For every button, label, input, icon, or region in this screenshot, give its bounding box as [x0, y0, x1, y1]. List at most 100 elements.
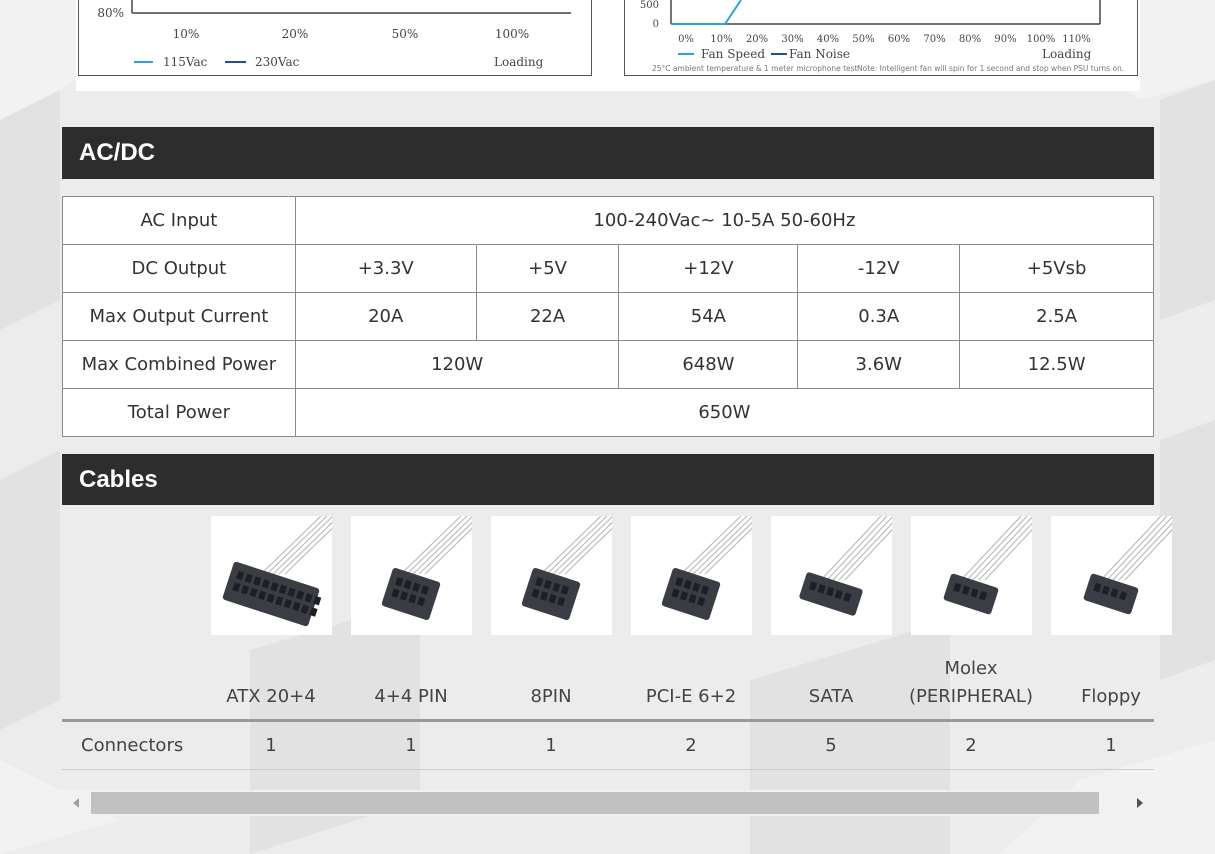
- fan-xtick: 80%: [959, 34, 981, 45]
- ac-input-value: 100-240Vac~ 10-5A 50-60Hz: [294, 196, 1155, 245]
- efficiency-chart: 80% 10% 20% 50% 100% 115Vac 230Vac Loadi…: [78, 0, 592, 76]
- cable-name-line2: (PERIPHERAL): [909, 686, 1033, 707]
- connector-count: 1: [545, 735, 557, 756]
- cable-name-line1: [1041, 655, 1181, 683]
- fan-xtick: 70%: [923, 34, 945, 45]
- fan-xtick: 110%: [1062, 34, 1091, 45]
- cable-name: PCI-E 6+2: [621, 655, 761, 711]
- efficiency-xtick: 50%: [392, 27, 419, 41]
- cable-image: [771, 516, 892, 635]
- combined-12v: 648W: [618, 340, 799, 389]
- cable-image: [491, 516, 612, 635]
- cable-name: 4+4 PIN: [341, 655, 481, 711]
- row-header-combined-power: Max Combined Power: [62, 340, 296, 389]
- cable-name: Floppy: [1041, 655, 1181, 711]
- cable-image: [1051, 516, 1172, 635]
- fan-xtick: 30%: [781, 34, 803, 45]
- fan-chart: 500 0 0% 10% 20% 30% 40% 50% 60% 70% 80% 90% 100% 1…: [624, 0, 1138, 76]
- cable-name: ATX 20+4: [201, 655, 341, 711]
- cables-section-header: Cables: [62, 454, 1154, 505]
- connector-count: 1: [405, 735, 417, 756]
- acdc-spec-table: AC Input 100-240Vac~ 10-5A 50-60Hz DC Ou…: [62, 196, 1155, 437]
- fan-chart-svg: 500 0 0% 10% 20% 30% 40% 50% 60% 70% 80% 90% 100% 1…: [640, 0, 1124, 73]
- cable-name-line1: [761, 655, 901, 683]
- table-row-ac-input: AC Input 100-240Vac~ 10-5A 50-60Hz: [62, 196, 1155, 245]
- legend-label-230vac: 230Vac: [255, 55, 300, 69]
- fan-xtick: 90%: [994, 34, 1016, 45]
- combined-minus-12v: 3.6W: [797, 340, 961, 389]
- scroll-thumb[interactable]: [91, 792, 1099, 814]
- chevron-left-icon: [73, 798, 79, 808]
- scroll-left-arrow[interactable]: [62, 790, 90, 816]
- cable-name-line2: PCI-E 6+2: [645, 686, 737, 707]
- cable-name-line2: SATA: [808, 686, 854, 707]
- horizontal-scrollbar[interactable]: [62, 790, 1154, 816]
- charts-card: 80% 10% 20% 50% 100% 115Vac 230Vac Loadi…: [76, 0, 1140, 91]
- current-5vsb: 2.5A: [959, 292, 1154, 341]
- combined-3v3-5v: 120W: [294, 340, 620, 389]
- fan-xtick: 40%: [817, 34, 839, 45]
- fan-xtick: 100%: [1027, 34, 1056, 45]
- scroll-right-arrow[interactable]: [1126, 790, 1154, 816]
- cable-image: [911, 516, 1032, 635]
- fan-xtick: 10%: [710, 34, 732, 45]
- fan-note-left: 25°C ambient temperature & 1 meter micro…: [652, 64, 858, 73]
- table-row-max-current: Max Output Current 20A 22A 54A 0.3A 2.5A: [62, 292, 1154, 341]
- legend-label-fan-speed: Fan Speed: [701, 47, 765, 61]
- cable-name-line2: Floppy: [1081, 686, 1141, 707]
- connector-count: 2: [685, 735, 697, 756]
- cable-name-line2: ATX 20+4: [226, 686, 316, 707]
- rail-5v: +5V: [475, 244, 620, 293]
- current-minus-12v: 0.3A: [797, 292, 961, 341]
- connector-count: 1: [1105, 735, 1117, 756]
- row-header-max-current: Max Output Current: [62, 292, 296, 341]
- cables-table[interactable]: ATX 20+4 4+4 PIN 8PIN PCI-E 6+2 SATA Mole…: [62, 505, 1172, 825]
- legend-label-fan-noise: Fan Noise: [789, 47, 850, 61]
- acdc-title: AC/DC: [79, 139, 155, 166]
- efficiency-xlabel: Loading: [494, 55, 544, 69]
- table-row-combined-power: Max Combined Power 120W 648W 3.6W 12.5W: [62, 340, 1154, 389]
- fan-note-right: Note: Intelligent fan will spin for 1 se…: [857, 64, 1124, 73]
- rail-12v: +12V: [618, 244, 799, 293]
- chevron-right-icon: [1137, 798, 1143, 808]
- combined-5vsb: 12.5W: [959, 340, 1154, 389]
- cable-name-line2: 8PIN: [530, 686, 572, 707]
- fan-xtick: 60%: [888, 34, 910, 45]
- table-row-total-power: Total Power 650W: [62, 388, 1155, 437]
- row-header-dc-output: DC Output: [62, 244, 296, 293]
- fan-xticks: 0% 10% 20% 30% 40% 50% 60% 70% 80% 90% 100% 110%: [678, 34, 1091, 45]
- fan-xlabel: Loading: [1042, 47, 1092, 61]
- fan-speed-line-rise: [724, 0, 742, 25]
- row-header-total-power: Total Power: [62, 388, 296, 437]
- cable-image: [211, 516, 332, 635]
- rail-3v3: +3.3V: [294, 244, 477, 293]
- current-3v3: 20A: [294, 292, 477, 341]
- cable-name-line1: [341, 655, 481, 683]
- acdc-section-header: AC/DC: [62, 127, 1154, 179]
- fan-xtick: 20%: [746, 34, 768, 45]
- row-header-ac-input: AC Input: [62, 196, 296, 245]
- legend-label-115vac: 115Vac: [163, 55, 208, 69]
- efficiency-ytick: 80%: [97, 6, 124, 20]
- cable-name-line1: [481, 655, 621, 683]
- efficiency-xtick: 10%: [173, 27, 200, 41]
- table-row-connectors: Connectors 1 1 1 2 5 2 1: [62, 722, 1154, 770]
- cable-name-line1: [201, 655, 341, 683]
- current-12v: 54A: [618, 292, 799, 341]
- efficiency-xtick: 20%: [282, 27, 309, 41]
- fan-ytick: 500: [640, 0, 659, 11]
- cable-image: [631, 516, 752, 635]
- connectors-label: Connectors: [81, 735, 184, 756]
- connector-count: 5: [825, 735, 837, 756]
- cable-name-line1: [621, 655, 761, 683]
- fan-ytick: 0: [653, 19, 659, 30]
- connector-count: 2: [965, 735, 977, 756]
- current-5v: 22A: [475, 292, 620, 341]
- cable-name: 8PIN: [481, 655, 621, 711]
- cable-name-line1: Molex: [944, 658, 998, 679]
- cable-name: Molex (PERIPHERAL): [901, 655, 1041, 711]
- cable-image: [351, 516, 472, 635]
- efficiency-chart-svg: 80% 10% 20% 50% 100% 115Vac 230Vac Loadi…: [97, 0, 571, 69]
- rail-5vsb: +5Vsb: [959, 244, 1154, 293]
- cables-title: Cables: [79, 466, 158, 493]
